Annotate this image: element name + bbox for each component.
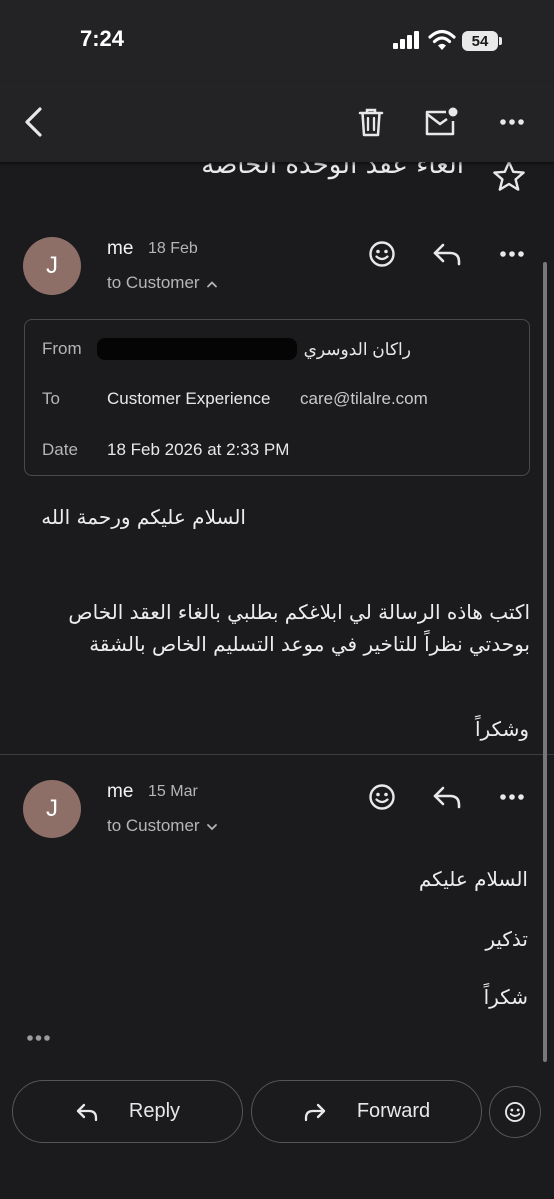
emoji-icon — [369, 241, 395, 267]
reply-icon — [76, 1103, 98, 1121]
sender-name: me — [107, 238, 134, 259]
date-label: Date — [42, 440, 78, 459]
delete-button[interactable] — [347, 98, 395, 146]
emoji-icon — [369, 784, 395, 810]
forward-action-button[interactable]: Forward — [251, 1080, 482, 1143]
recipient-toggle[interactable]: to Customer — [107, 816, 218, 836]
to-label: To — [42, 389, 60, 408]
more-vert-icon — [500, 794, 524, 800]
to-email[interactable]: care@tilalre.com — [300, 389, 428, 409]
recipient-line: to Customer — [107, 816, 200, 835]
body-greeting: السلام عليكم ورحمة الله — [41, 505, 246, 529]
top-app-bar — [0, 82, 554, 162]
reply-button[interactable] — [427, 234, 467, 274]
body-signoff: وشكراً — [474, 717, 529, 741]
message-more-button[interactable] — [492, 777, 532, 817]
trash-icon — [358, 108, 384, 137]
battery-icon: 54 — [462, 31, 498, 51]
back-arrow-icon — [25, 107, 42, 137]
redacted-email — [97, 338, 297, 360]
chevron-down-icon — [206, 823, 217, 830]
avatar[interactable]: J — [23, 780, 81, 838]
more-vert-icon — [500, 251, 524, 257]
message-date: 18 Feb — [148, 240, 198, 257]
battery-tip — [499, 37, 502, 45]
more-vert-icon — [500, 119, 524, 125]
star-icon[interactable] — [492, 160, 526, 192]
signal-icon — [393, 31, 419, 49]
body-greeting: السلام عليكم — [418, 867, 528, 891]
body-paragraph: اكتب هاذه الرسالة لي ابلاغكم بطلبي بالغا… — [68, 600, 530, 656]
wifi-icon — [428, 29, 456, 50]
date-value: 18 Feb 2026 at 2:33 PM — [107, 440, 290, 459]
more-options-button[interactable] — [488, 98, 536, 146]
react-emoji-action-button[interactable] — [489, 1086, 541, 1138]
from-name: راكان الدوسري — [303, 340, 411, 359]
message-date: 15 Mar — [148, 783, 198, 800]
mark-unread-icon — [425, 107, 458, 136]
reply-button[interactable] — [427, 777, 467, 817]
back-button[interactable] — [10, 98, 58, 146]
body-line: تذكير — [485, 927, 528, 951]
sender-name: me — [107, 781, 134, 802]
to-name: Customer Experience — [107, 389, 271, 408]
recipient-toggle[interactable]: to Customer — [107, 273, 218, 293]
recipient-line: to Customer — [107, 273, 200, 292]
chevron-up-icon — [206, 280, 217, 287]
from-label: From — [42, 339, 82, 358]
react-emoji-button[interactable] — [362, 234, 402, 274]
forward-label: Forward — [356, 1100, 431, 1122]
forward-icon — [304, 1103, 325, 1121]
show-trimmed-content-icon[interactable] — [26, 1033, 52, 1043]
scrollbar[interactable] — [543, 262, 547, 1062]
message-details-box: From راكان الدوسري To Customer Experienc… — [24, 319, 530, 476]
status-bar: 7:24 54 — [0, 0, 554, 82]
avatar[interactable]: J — [23, 237, 81, 295]
mark-unread-button[interactable] — [417, 98, 465, 146]
reply-action-button[interactable]: Reply — [12, 1080, 243, 1143]
battery-level: 54 — [471, 32, 489, 50]
reply-icon — [433, 243, 461, 266]
email-thread-screen: { "status_bar": { "time": "7:24", "batte… — [0, 0, 554, 1199]
reply-icon — [433, 786, 461, 809]
body-signoff: شكراً — [483, 985, 528, 1009]
message-divider — [0, 754, 554, 755]
emoji-icon — [505, 1102, 525, 1122]
reply-label: Reply — [128, 1100, 181, 1122]
message-more-button[interactable] — [492, 234, 532, 274]
status-time: 7:24 — [80, 26, 125, 51]
react-emoji-button[interactable] — [362, 777, 402, 817]
